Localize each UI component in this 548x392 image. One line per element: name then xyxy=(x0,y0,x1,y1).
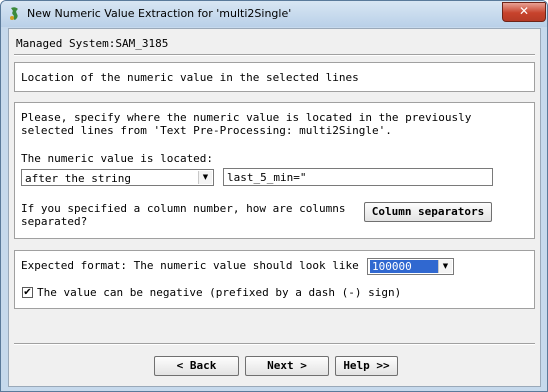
checkmark-icon: ✔ xyxy=(23,287,32,298)
located-label: The numeric value is located: xyxy=(21,152,214,165)
specify-panel: Please, specify where the numeric value … xyxy=(14,102,535,239)
app-icon xyxy=(10,7,18,20)
location-heading: Location of the numeric value in the sel… xyxy=(21,71,359,84)
dialog-content: Managed System:SAM_3185 Location of the … xyxy=(8,28,541,387)
dialog-window: New Numeric Value Extraction for 'multi2… xyxy=(0,0,548,392)
negative-checkbox[interactable]: ✔ xyxy=(22,287,33,298)
next-button[interactable]: Next > xyxy=(245,356,329,376)
instruction-line-1: Please, specify where the numeric value … xyxy=(21,111,472,124)
header-divider xyxy=(14,54,535,56)
help-button[interactable]: Help >> xyxy=(335,356,398,376)
instruction-line-2: selected lines from 'Text Pre-Processing… xyxy=(21,124,392,137)
string-input[interactable]: last_5_min=" xyxy=(223,168,493,186)
window-title: New Numeric Value Extraction for 'multi2… xyxy=(27,7,292,20)
format-select[interactable]: 100000 ▼ xyxy=(367,258,454,275)
column-separators-button[interactable]: Column separators xyxy=(364,202,492,222)
location-select-value: after the string xyxy=(25,172,131,185)
format-select-value: 100000 xyxy=(370,260,441,273)
title-bar[interactable]: New Numeric Value Extraction for 'multi2… xyxy=(1,1,547,27)
string-input-value: last_5_min=" xyxy=(227,171,307,184)
footer-divider xyxy=(14,343,535,345)
managed-system-label: Managed System:SAM_3185 xyxy=(16,37,169,50)
location-panel: Location of the numeric value in the sel… xyxy=(14,62,535,92)
column-question-line-1: If you specified a column number, how ar… xyxy=(21,202,346,215)
column-question-line-2: separated? xyxy=(21,215,88,228)
back-button[interactable]: < Back xyxy=(154,356,239,376)
expected-format-label: Expected format: The numeric value shoul… xyxy=(21,259,359,272)
chevron-down-icon[interactable]: ▼ xyxy=(438,260,452,273)
close-button[interactable]: ✕ xyxy=(502,2,546,22)
location-select[interactable]: after the string ▼ xyxy=(21,169,214,186)
negative-label: The value can be negative (prefixed by a… xyxy=(37,286,402,299)
format-panel: Expected format: The numeric value shoul… xyxy=(14,250,535,309)
chevron-down-icon[interactable]: ▼ xyxy=(198,171,212,184)
